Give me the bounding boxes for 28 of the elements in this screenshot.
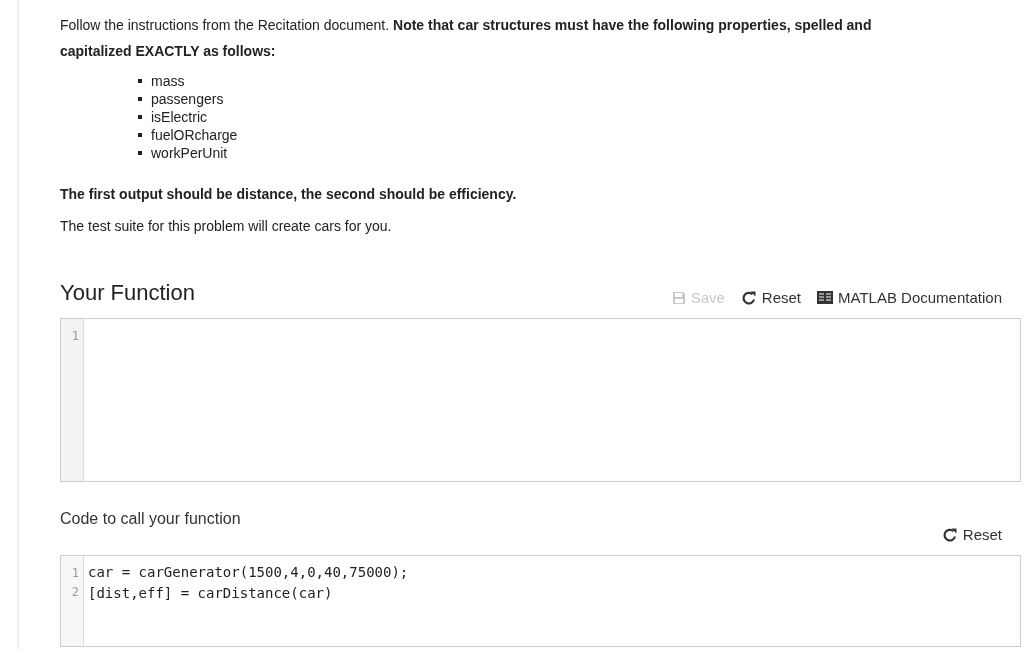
test-note: The test suite for this problem will create cars for you.: [60, 218, 393, 234]
code-editor[interactable]: 1 2 car = carGenerator(1500,4,0,40,75000); [dist,eff] = carDistance(car): [60, 555, 1021, 647]
code-line: car = carGenerator(1500,4,0,40,75000);: [88, 564, 409, 580]
output-note: The first output should be distance, the second should be efficiency.: [60, 186, 518, 202]
reset-icon: [740, 289, 757, 306]
property-name: passengers: [151, 90, 224, 108]
property-name: isElectric: [151, 108, 207, 126]
bullet-icon: [138, 79, 142, 83]
section-title: Code to call your function: [60, 510, 241, 528]
reset-button[interactable]: Reset: [941, 526, 1002, 543]
save-icon: [671, 290, 686, 305]
property-name: fuelORcharge: [151, 126, 238, 144]
section-title: Your Function: [60, 280, 195, 306]
bullet-icon: [138, 151, 142, 155]
bullet-icon: [138, 133, 142, 137]
line-number: 1: [71, 565, 79, 582]
instructions-text: Follow the instructions from the Recitation document. Note that car structures must have the following properties, spelled and capitalized EXACTLY as follows:: [60, 16, 873, 61]
code-line: [dist,eff] = carDistance(car): [88, 585, 333, 601]
line-number: 2: [71, 584, 79, 601]
property-name: mass: [151, 72, 185, 90]
docs-button[interactable]: MATLAB Documentation: [817, 289, 1002, 306]
property-name: workPerUnit: [151, 144, 228, 162]
reset-button[interactable]: Reset: [740, 289, 802, 306]
reset-icon: [941, 526, 958, 543]
bullet-icon: [138, 97, 142, 101]
bullet-icon: [138, 115, 142, 119]
book-icon: [817, 291, 834, 304]
line-number: 1: [71, 328, 79, 345]
